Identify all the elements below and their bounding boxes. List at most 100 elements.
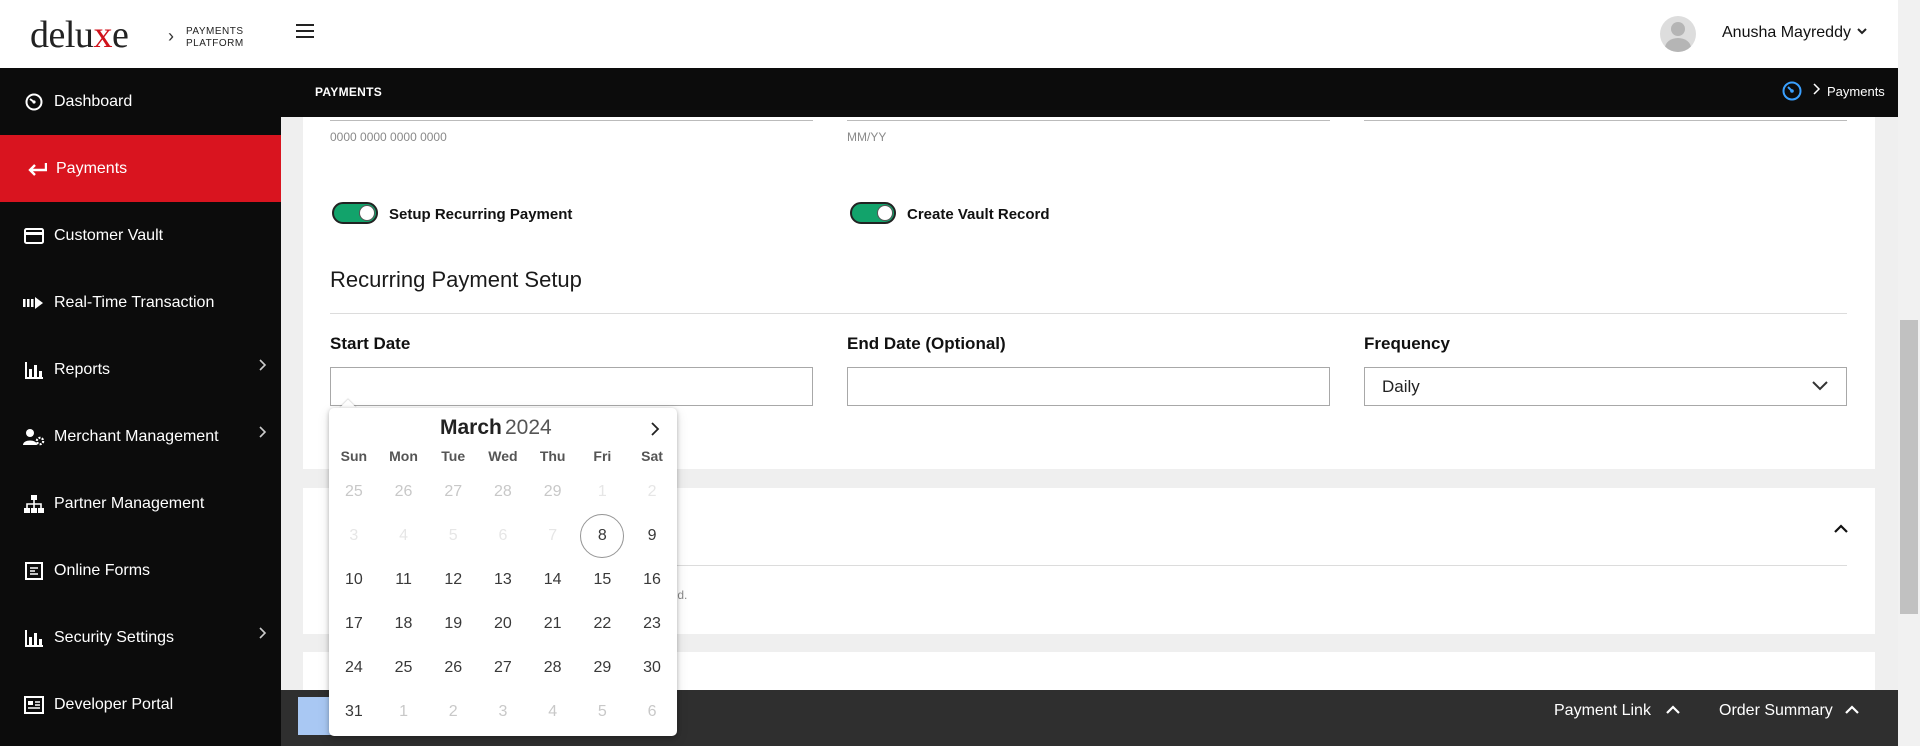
calendar-day[interactable]: 11 (381, 560, 427, 600)
calendar-day[interactable]: 24 (331, 648, 377, 688)
calendar-day[interactable]: 21 (530, 604, 576, 644)
calendar-day[interactable]: 25 (331, 472, 377, 512)
calendar-day[interactable]: 12 (430, 560, 476, 600)
frequency-select[interactable] (1364, 367, 1847, 406)
calendar-day[interactable]: 28 (530, 648, 576, 688)
chart-icon (23, 359, 45, 381)
calendar-month[interactable]: March (440, 416, 502, 440)
top-header: deluxe › PAYMENTS PLATFORM Anusha Mayred… (0, 0, 1898, 68)
calendar-day[interactable]: 15 (579, 560, 625, 600)
calendar-day[interactable]: 20 (480, 604, 526, 644)
payments-arrow-icon (26, 158, 48, 180)
cvv-field[interactable] (1364, 120, 1847, 121)
calendar-day[interactable]: 10 (331, 560, 377, 600)
calendar-year[interactable]: 2024 (505, 416, 552, 440)
sidebar-item-customer-vault[interactable]: Customer Vault (0, 202, 281, 269)
calendar-day[interactable]: 9 (629, 516, 675, 556)
sidebar-item-label: Real-Time Transaction (54, 293, 215, 311)
start-date-label: Start Date (330, 334, 411, 353)
user-name[interactable]: Anusha Mayreddy (1722, 24, 1851, 42)
recurring-payment-toggle[interactable] (332, 202, 378, 224)
sidebar-item-online-forms[interactable]: Online Forms (0, 537, 281, 604)
expiry-hint: MM/YY (847, 130, 887, 144)
section-bar: PAYMENTS Payments (281, 68, 1898, 117)
chevron-right-icon (259, 359, 267, 371)
sidebar-item-security-settings[interactable]: Security Settings (0, 604, 281, 671)
avatar[interactable] (1660, 16, 1696, 52)
calendar-day[interactable]: 23 (629, 604, 675, 644)
card-number-field[interactable] (330, 120, 813, 121)
calendar-day[interactable]: 30 (629, 648, 675, 688)
calendar-day[interactable]: 29 (579, 648, 625, 688)
sidebar-item-reports[interactable]: Reports (0, 336, 281, 403)
section-title: Recurring Payment Setup (330, 267, 582, 292)
weekday-label: Sun (340, 448, 368, 464)
date-picker-calendar: March 2024 Sun Mon Tue Wed Thu Fri Sat 25 26 27 28… (329, 408, 677, 736)
scrollbar-thumb[interactable] (1900, 320, 1918, 614)
calendar-day[interactable]: 27 (430, 472, 476, 512)
hamburger-menu-icon[interactable] (296, 24, 314, 40)
next-month-icon[interactable] (648, 420, 662, 438)
sidebar-item-label: Dashboard (54, 92, 133, 110)
sidebar-item-developer-portal[interactable]: Developer Portal (0, 671, 281, 738)
recurring-payment-label: Setup Recurring Payment (389, 206, 573, 223)
sidebar-item-label: Reports (54, 360, 111, 378)
calendar-day: 7 (548, 527, 558, 544)
calendar-day[interactable]: 19 (430, 604, 476, 644)
calendar-day[interactable]: 28 (480, 472, 526, 512)
deluxe-logo[interactable]: deluxe (30, 16, 129, 54)
sidebar-item-label: Merchant Management (54, 427, 219, 445)
start-date-input[interactable] (330, 367, 813, 406)
calendar-day[interactable]: 5 (579, 692, 625, 732)
calendar-day[interactable]: 13 (480, 560, 526, 600)
end-date-input[interactable] (847, 367, 1330, 406)
calendar-day: 1 (597, 483, 607, 500)
sidebar-item-partner-management[interactable]: Partner Management (0, 470, 281, 537)
calendar-day[interactable]: 14 (530, 560, 576, 600)
chevron-up-icon[interactable] (1833, 523, 1849, 535)
calendar-day[interactable]: 26 (430, 648, 476, 688)
page-title: PAYMENTS (315, 85, 383, 99)
calendar-day: 4 (399, 527, 408, 544)
calendar-day[interactable]: 6 (629, 692, 675, 732)
chevron-right-icon (259, 426, 267, 438)
calendar-day[interactable]: 29 (530, 472, 576, 512)
calendar-day[interactable]: 3 (480, 692, 526, 732)
calendar-day[interactable]: 17 (331, 604, 377, 644)
end-date-label: End Date (Optional) (847, 334, 1006, 353)
calendar-day-today[interactable]: 8 (580, 514, 625, 558)
calendar-day[interactable]: 18 (381, 604, 427, 644)
calendar-day[interactable]: 26 (381, 472, 427, 512)
weekday-label: Fri (593, 448, 612, 464)
calendar-day: 3 (349, 527, 359, 544)
frequency-value: Daily (1382, 377, 1420, 396)
portal-icon (23, 694, 45, 716)
sidebar-item-label: Payments (56, 159, 128, 177)
sidebar-item-payments[interactable]: Payments (0, 135, 281, 202)
calendar-day[interactable]: 2 (430, 692, 476, 732)
calendar-day[interactable]: 27 (480, 648, 526, 688)
calendar-day[interactable]: 22 (579, 604, 625, 644)
calendar-day[interactable]: 4 (530, 692, 576, 732)
weekday-label: Tue (441, 448, 466, 464)
calendar-day[interactable]: 31 (331, 692, 377, 732)
chevron-up-icon[interactable] (1665, 703, 1681, 717)
breadcrumb[interactable]: Payments (1827, 84, 1885, 99)
sidebar-item-dashboard[interactable]: Dashboard (0, 68, 281, 135)
calendar-day[interactable]: 16 (629, 560, 675, 600)
chevron-up-icon[interactable] (1844, 703, 1860, 717)
payment-link-button[interactable]: Payment Link (1554, 702, 1651, 720)
sidebar-item-merchant-management[interactable]: Merchant Management (0, 403, 281, 470)
order-summary-button[interactable]: Order Summary (1719, 702, 1833, 720)
chevron-down-icon[interactable] (1856, 25, 1868, 37)
form-icon (23, 560, 45, 582)
sidebar-item-label: Developer Portal (54, 695, 174, 713)
dashboard-home-icon[interactable] (1781, 80, 1803, 102)
chevron-down-icon (1812, 381, 1828, 391)
sidebar-item-label: Partner Management (54, 494, 205, 512)
calendar-day[interactable]: 1 (381, 692, 427, 732)
sidebar-item-real-time-transaction[interactable]: Real-Time Transaction (0, 269, 281, 336)
vault-record-toggle[interactable] (850, 202, 896, 224)
calendar-day[interactable]: 25 (381, 648, 427, 688)
expiry-field[interactable] (847, 120, 1330, 121)
